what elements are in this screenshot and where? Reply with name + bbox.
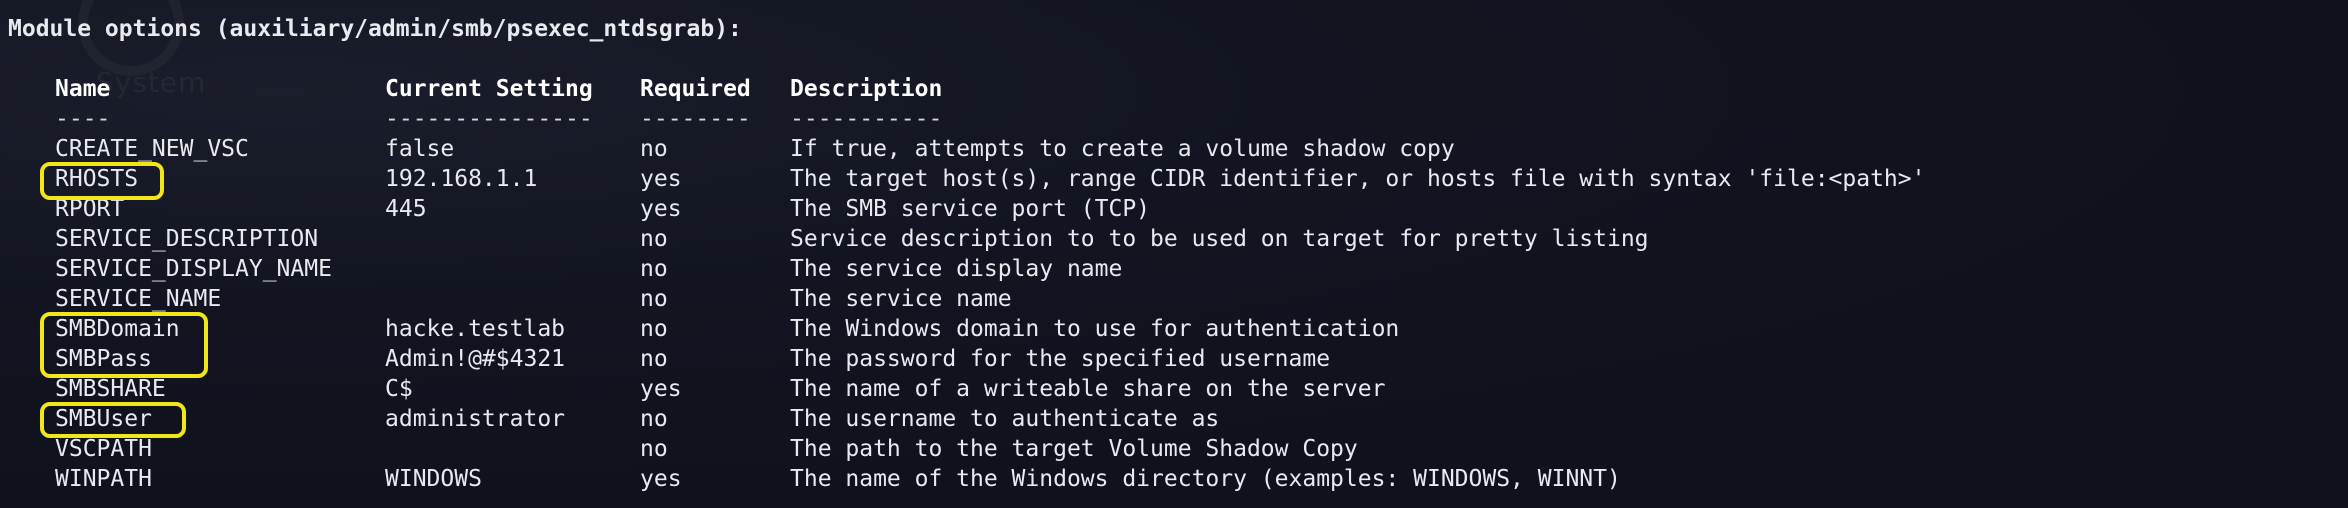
table-row: SERVICE_DISPLAY_NAME no The service displa… xyxy=(0,254,2348,284)
option-required: no xyxy=(640,346,668,372)
option-name: SERVICE_DISPLAY_NAME xyxy=(55,256,332,282)
option-description: The path to the target Volume Shadow Cop… xyxy=(790,436,1358,462)
table-separator: ---- --------------- -------- ----------… xyxy=(0,104,2348,134)
option-name: CREATE_NEW_VSC xyxy=(55,136,249,162)
option-required: yes xyxy=(640,196,682,222)
option-required: no xyxy=(640,256,668,282)
option-description: The service display name xyxy=(790,256,1123,282)
terminal-window: System Module options (auxiliary/admin/s… xyxy=(0,0,2348,508)
option-description: Service description to to be used on tar… xyxy=(790,226,1649,252)
table-row: SMBUser administrator no The username to au… xyxy=(0,404,2348,434)
table-header: Name Current Setting Required Descriptio… xyxy=(0,74,2348,104)
option-name: SMBUser xyxy=(55,406,152,432)
separator-description: ----------- xyxy=(790,106,943,132)
option-description: If true, attempts to create a volume sha… xyxy=(790,136,1455,162)
option-required: no xyxy=(640,316,668,342)
option-required: yes xyxy=(640,466,682,492)
table-row: SERVICE_DESCRIPTION no Service description… xyxy=(0,224,2348,254)
option-name: VSCPATH xyxy=(55,436,152,462)
separator-required: -------- xyxy=(640,106,751,132)
option-required: yes xyxy=(640,166,682,192)
option-current-setting: hacke.testlab xyxy=(385,316,566,342)
option-required: yes xyxy=(640,376,682,402)
option-name: SERVICE_DESCRIPTION xyxy=(55,226,319,252)
option-required: no xyxy=(640,136,668,162)
table-row: SMBPass Admin!@#$4321 no The password for t… xyxy=(0,344,2348,374)
table-row: CREATE_NEW_VSC false no If true, attempts t… xyxy=(0,134,2348,164)
option-current-setting: 445 xyxy=(385,196,427,222)
option-current-setting: Admin!@#$4321 xyxy=(385,346,566,372)
option-description: The service name xyxy=(790,286,1012,312)
option-description: The SMB service port (TCP) xyxy=(790,196,1151,222)
option-description: The Windows domain to use for authentica… xyxy=(790,316,1400,342)
option-required: no xyxy=(640,406,668,432)
option-description: The username to authenticate as xyxy=(790,406,1220,432)
option-name: SMBSHARE xyxy=(55,376,166,402)
option-name: SMBDomain xyxy=(55,316,180,342)
module-options-title: Module options (auxiliary/admin/smb/psex… xyxy=(8,16,742,42)
separator-setting: --------------- xyxy=(385,106,593,132)
table-row: VSCPATH no The path to the target Volume S… xyxy=(0,434,2348,464)
header-description: Description xyxy=(790,76,943,102)
option-current-setting: false xyxy=(385,136,455,162)
separator-name: ---- xyxy=(55,106,111,132)
table-row: SMBSHARE C$ yes The name of a writeable sha… xyxy=(0,374,2348,404)
table-row: SMBDomain hacke.testlab no The Windows doma… xyxy=(0,314,2348,344)
option-required: no xyxy=(640,436,668,462)
option-name: RPORT xyxy=(55,196,125,222)
option-current-setting: administrator xyxy=(385,406,566,432)
header-required: Required xyxy=(640,76,751,102)
option-current-setting: 192.168.1.1 xyxy=(385,166,538,192)
option-name: SERVICE_NAME xyxy=(55,286,222,312)
table-row: SERVICE_NAME no The service name xyxy=(0,284,2348,314)
option-name: WINPATH xyxy=(55,466,152,492)
option-required: no xyxy=(640,226,668,252)
option-name: SMBPass xyxy=(55,346,152,372)
option-description: The name of a writeable share on the ser… xyxy=(790,376,1386,402)
option-description: The password for the specified username xyxy=(790,346,1331,372)
table-row: RPORT 445 yes The SMB service port (TCP) xyxy=(0,194,2348,224)
header-current-setting: Current Setting xyxy=(385,76,593,102)
header-name: Name xyxy=(55,76,111,102)
table-row: RHOSTS 192.168.1.1 yes The target host(s), … xyxy=(0,164,2348,194)
option-description: The target host(s), range CIDR identifie… xyxy=(790,166,1926,192)
option-current-setting: C$ xyxy=(385,376,413,402)
option-name: RHOSTS xyxy=(55,166,139,192)
table-row: WINPATH WINDOWS yes The name of the Windows… xyxy=(0,464,2348,494)
option-required: no xyxy=(640,286,668,312)
option-description: The name of the Windows directory (examp… xyxy=(790,466,1621,492)
option-current-setting: WINDOWS xyxy=(385,466,482,492)
